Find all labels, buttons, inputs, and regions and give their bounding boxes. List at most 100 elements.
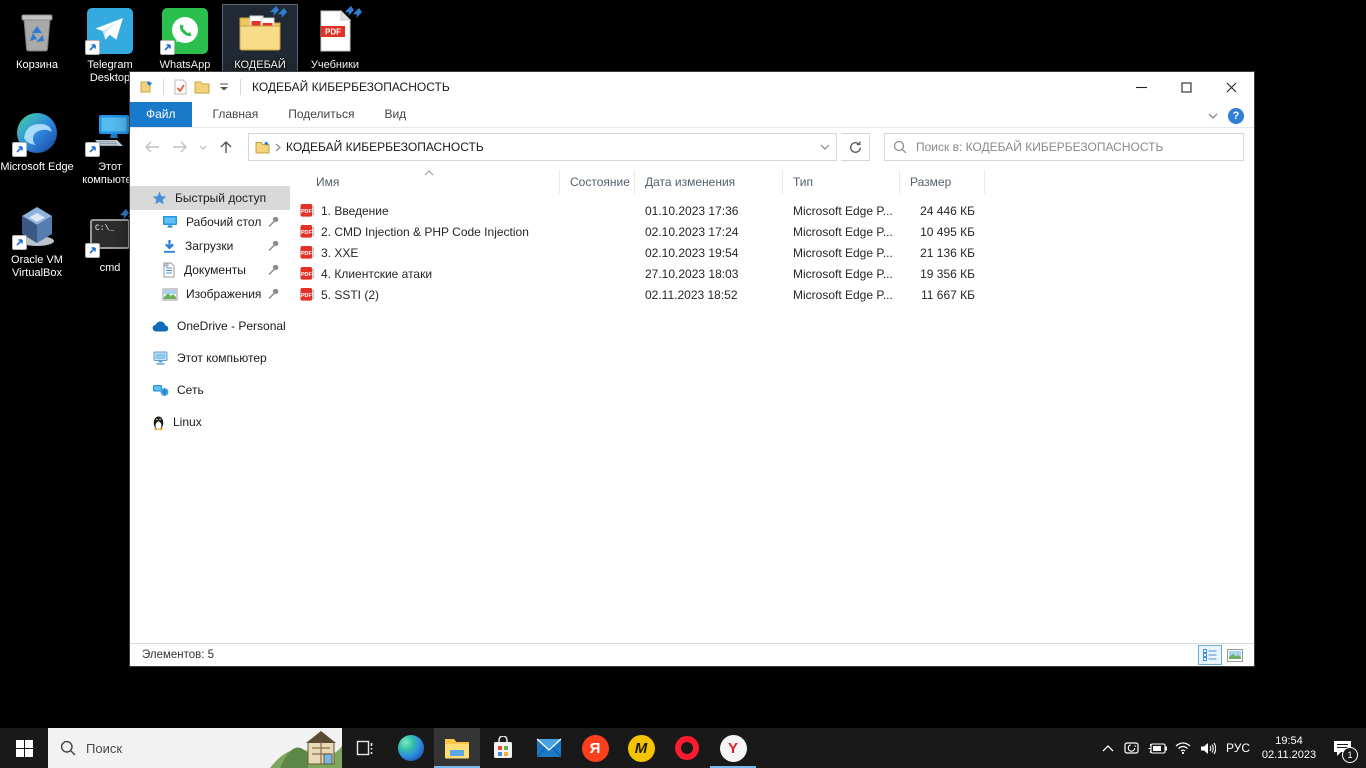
taskbar-store-button[interactable] [480,728,526,768]
qat-customize-dropdown[interactable] [213,76,235,98]
pdf-document-icon: PDF [312,8,358,54]
sidebar-item-desktop[interactable]: Рабочий стол [130,210,290,234]
desktop-icon-label: Microsoft Edge [0,161,74,174]
details-view-button[interactable] [1198,645,1222,665]
action-center-button[interactable]: 1 [1322,728,1362,768]
close-button[interactable] [1209,72,1254,102]
desktop-icon-label: КОДЕБАЙ [223,59,297,72]
column-headers: Имя Состояние Дата изменения Тип Размер [290,170,1254,194]
search-input[interactable] [914,139,1235,155]
onedrive-icon [152,321,169,332]
maximize-button[interactable] [1164,72,1209,102]
column-header-size[interactable]: Размер [900,170,985,194]
thumbnails-view-button[interactable] [1224,646,1246,664]
search-icon [893,140,907,154]
address-bar[interactable]: КОДЕБАЙ КИБЕРБЕЗОПАСНОСТЬ [248,133,837,161]
tab-view[interactable]: Вид [369,102,421,127]
sidebar-item-pictures[interactable]: Изображения [130,282,290,306]
shortcut-overlay-icon [12,142,27,157]
refresh-button[interactable] [841,133,870,161]
recycle-bin-icon [14,8,60,54]
sync-arrows-icon [342,3,362,21]
minimize-button[interactable] [1119,72,1164,102]
tab-share[interactable]: Поделиться [273,102,369,127]
file-row[interactable]: PDF2. CMD Injection & PHP Code Injection… [290,221,1254,242]
file-row[interactable]: PDF5. SSTI (2) 02.11.2023 18:52 Microsof… [290,284,1254,305]
yandex-browser-icon: Y [720,735,747,762]
sidebar-item-network[interactable]: Сеть [130,378,290,402]
tab-home[interactable]: Главная [198,102,274,127]
desktop-icon-edge[interactable]: Microsoft Edge [0,107,74,177]
window-system-icon[interactable] [136,76,158,98]
help-icon[interactable]: ? [1228,108,1244,124]
volume-icon[interactable] [1195,728,1220,768]
address-dropdown-icon[interactable] [820,144,830,150]
sidebar-item-this-pc[interactable]: Этот компьютер [130,346,290,370]
file-row[interactable]: PDF4. Клиентские атаки 27.10.2023 18:03 … [290,263,1254,284]
qat-new-folder-button[interactable] [191,76,213,98]
system-tray: РУС 19:54 02.11.2023 1 [1095,728,1366,768]
desktop-icon-whatsapp[interactable]: WhatsApp [148,5,222,75]
taskbar-m-app-button[interactable]: M [618,728,664,768]
desktop-icon-uchebniki[interactable]: PDF Учебники [298,5,372,75]
ribbon-collapse-icon[interactable] [1208,113,1218,119]
taskbar-search-box[interactable]: Поиск [48,728,342,768]
sidebar-item-downloads[interactable]: Загрузки [130,234,290,258]
column-header-type[interactable]: Тип [783,170,900,194]
taskbar-mail-button[interactable] [526,728,572,768]
m-app-icon: M [628,735,655,762]
search-box[interactable] [884,133,1244,161]
start-button[interactable] [0,728,48,768]
forward-button[interactable] [168,135,192,159]
taskbar-opera-button[interactable] [664,728,710,768]
meet-now-icon[interactable] [1120,728,1145,768]
file-row[interactable]: PDF1. Введение 01.10.2023 17:36 Microsof… [290,200,1254,221]
taskbar-edge-button[interactable] [388,728,434,768]
file-rows: PDF1. Введение 01.10.2023 17:36 Microsof… [290,200,1254,305]
recent-locations-dropdown[interactable] [196,135,210,159]
taskbar-explorer-button[interactable] [434,728,480,768]
sidebar-item-onedrive[interactable]: OneDrive - Personal [130,314,290,338]
tray-time: 19:54 [1256,734,1322,748]
task-view-button[interactable] [342,728,388,768]
back-button[interactable] [140,135,164,159]
desktop-icon-recycle-bin[interactable]: Корзина [0,5,74,75]
telegram-icon [87,8,133,54]
breadcrumb-path[interactable]: КОДЕБАЙ КИБЕРБЕЗОПАСНОСТЬ [286,140,484,154]
tab-file[interactable]: Файл [130,102,192,127]
quick-access-star-icon [152,191,167,206]
pin-icon[interactable] [267,263,280,276]
pin-icon[interactable] [267,239,280,252]
column-header-modified[interactable]: Дата изменения [635,170,783,194]
sidebar-item-linux[interactable]: Linux [130,410,290,434]
taskbar-yandex-browser-button[interactable]: Y [710,728,756,768]
sidebar-item-documents[interactable]: Документы [130,258,290,282]
battery-icon[interactable] [1145,728,1170,768]
tray-expand-chevron[interactable] [1095,728,1120,768]
wifi-icon[interactable] [1170,728,1195,768]
desktop-icon-kodebai-folder[interactable]: КОДЕБАЙ [223,5,297,75]
title-bar[interactable]: КОДЕБАЙ КИБЕРБЕЗОПАСНОСТЬ [130,72,1254,102]
desktop-icon-virtualbox[interactable]: Oracle VM VirtualBox [0,200,74,283]
qat-properties-button[interactable] [169,76,191,98]
folder-icon [255,141,270,154]
pin-icon[interactable] [267,287,280,300]
network-icon [152,383,169,397]
svg-text:PDF: PDF [325,28,341,37]
search-placeholder: Поиск [86,741,122,756]
language-indicator[interactable]: РУС [1220,741,1256,755]
taskbar-yandex-button[interactable]: Я [572,728,618,768]
documents-icon [162,262,176,278]
file-row[interactable]: PDF3. XXE 02.10.2023 19:54 Microsoft Edg… [290,242,1254,263]
clock[interactable]: 19:54 02.11.2023 [1256,734,1322,762]
search-highlight-art [270,728,342,768]
pin-icon[interactable] [267,215,280,228]
file-explorer-icon [444,737,470,759]
svg-text:PDF: PDF [301,209,313,215]
sidebar-item-quick-access[interactable]: Быстрый доступ [130,186,290,210]
items-count: Элементов: 5 [142,649,214,661]
column-header-state[interactable]: Состояние [560,170,635,194]
yandex-icon: Я [582,735,609,762]
opera-icon [675,736,699,760]
up-button[interactable] [214,135,238,159]
